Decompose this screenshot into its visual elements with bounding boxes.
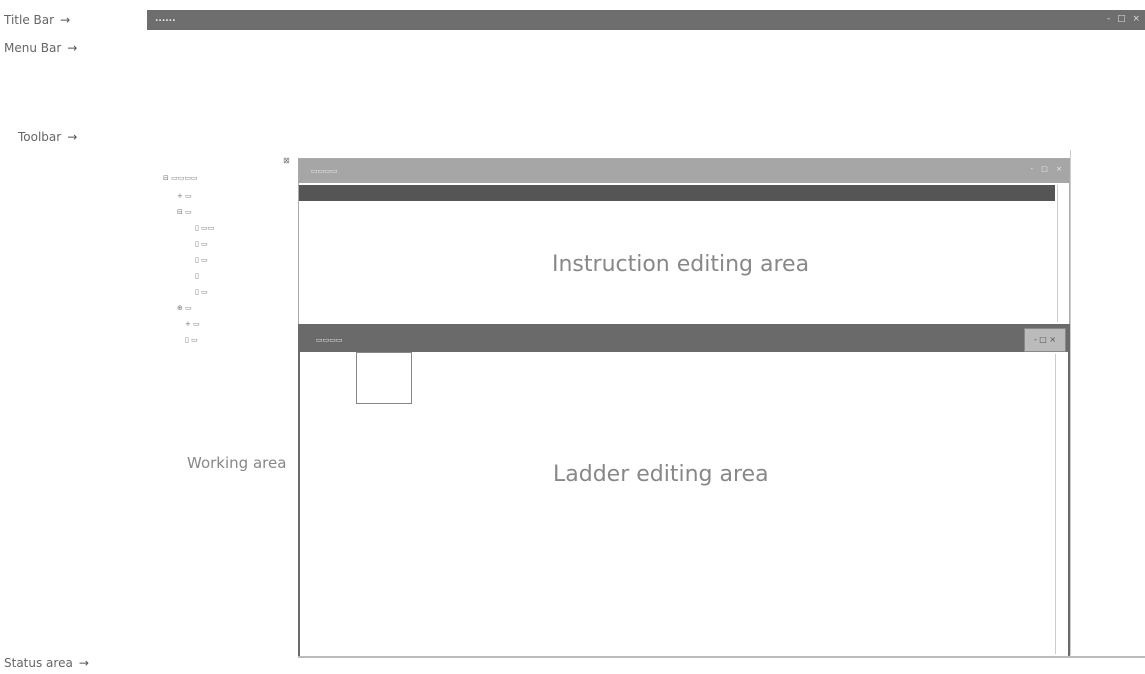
instruction-window-title: ▭▭▭▭ xyxy=(311,167,338,175)
tree-node[interactable]: ▯ ▭ xyxy=(195,256,208,264)
window-control-buttons[interactable]: - □ × xyxy=(1024,328,1066,352)
title-bar-callout: Title Bar → xyxy=(4,13,70,27)
working-area-label: Working area xyxy=(187,454,287,472)
tree-node[interactable]: ▯ ▭▭ xyxy=(195,224,214,232)
arrow-right-icon: → xyxy=(67,130,78,144)
ladder-editing-window: ▭▭▭▭ - □ × xyxy=(298,324,1070,658)
status-area-callout-label: Status area xyxy=(4,656,73,670)
instruction-editing-window: ▭▭▭▭ - □ × xyxy=(298,158,1070,325)
title-bar: ...... - □ × xyxy=(147,10,1145,30)
tree-node[interactable]: ▯ ▭ xyxy=(195,240,208,248)
toolbar-callout-label: Toolbar xyxy=(18,130,62,144)
window-title: ...... xyxy=(155,14,176,24)
instruction-row[interactable] xyxy=(299,283,1055,299)
tree-node[interactable]: + ▭ xyxy=(177,192,192,200)
instruction-table-header xyxy=(299,185,1055,201)
instruction-editing-area-label: Instruction editing area xyxy=(552,252,810,277)
instruction-row[interactable] xyxy=(299,299,1055,315)
tree-node[interactable]: ⊟ ▭ xyxy=(177,208,192,216)
tree-node[interactable]: ▯ ▭ xyxy=(195,288,208,296)
tree-node[interactable]: ▯ xyxy=(195,272,199,280)
toolbar-callout: Toolbar → xyxy=(18,130,77,144)
ladder-editing-area-label: Ladder editing area xyxy=(553,462,769,487)
tree-node[interactable]: ▯ ▭ xyxy=(185,336,198,344)
status-area-callout: Status area → xyxy=(4,656,89,670)
project-tree[interactable]: ⊟ ▭▭▭▭ + ▭ ⊟ ▭ ▯ ▭▭ ▯ ▭ ▯ ▭ ▯ ▯ ▭ ⊕ ▭ + … xyxy=(155,170,295,360)
menu-bar-callout-label: Menu Bar xyxy=(4,41,62,55)
ladder-scrollbar[interactable] xyxy=(1055,354,1066,654)
arrow-right-icon: → xyxy=(67,41,78,55)
ladder-edit-cursor[interactable] xyxy=(356,352,412,404)
tree-node[interactable]: ⊟ ▭▭▭▭ xyxy=(163,174,198,182)
status-separator xyxy=(298,656,1145,658)
instruction-row[interactable] xyxy=(299,235,1055,251)
menu-bar-callout: Menu Bar → xyxy=(4,41,77,55)
arrow-right-icon: → xyxy=(60,13,71,27)
status-bar xyxy=(150,660,1145,674)
menu-bar xyxy=(158,42,1138,56)
right-pane xyxy=(1070,150,1145,655)
tree-node[interactable]: ⊕ ▭ xyxy=(177,304,192,312)
title-bar-callout-label: Title Bar xyxy=(4,13,55,27)
arrow-right-icon: → xyxy=(78,656,89,670)
window-control-buttons[interactable]: - □ × xyxy=(1107,14,1142,24)
instruction-row[interactable] xyxy=(299,203,1055,219)
tree-pane-close-button[interactable]: ⊠ xyxy=(283,156,290,165)
instruction-scrollbar[interactable] xyxy=(1057,185,1068,322)
window-control-buttons[interactable]: - □ × xyxy=(1031,165,1065,173)
tree-node[interactable]: + ▭ xyxy=(185,320,200,328)
ladder-window-title: ▭▭▭▭ xyxy=(316,336,343,344)
instruction-window-title-bar: ▭▭▭▭ - □ × xyxy=(299,159,1069,183)
ladder-window-title-bar: ▭▭▭▭ - □ × xyxy=(300,326,1068,352)
instruction-row[interactable] xyxy=(299,219,1055,235)
